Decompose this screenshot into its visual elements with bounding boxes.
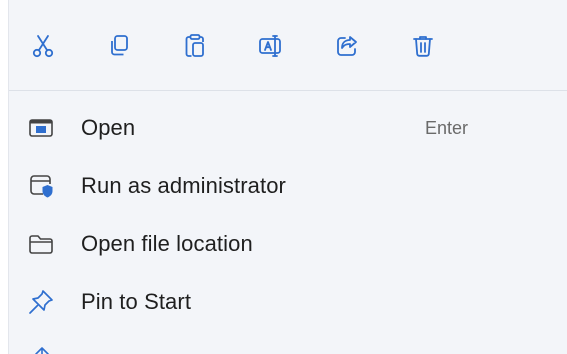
menu-item-run-as-administrator[interactable]: Run as administrator xyxy=(9,158,567,214)
delete-button[interactable] xyxy=(403,28,443,64)
context-menu-toolbar xyxy=(9,0,567,90)
context-menu: Open Enter Run as administrator Open fil… xyxy=(8,0,567,354)
menu-item-open-file-location[interactable]: Open file location xyxy=(9,216,567,272)
menu-item-shortcut: Enter xyxy=(425,117,469,138)
paste-button[interactable] xyxy=(175,28,215,64)
share-button[interactable] xyxy=(327,28,367,64)
share-icon xyxy=(337,36,357,56)
folder-icon xyxy=(27,230,55,258)
menu-item-open[interactable]: Open Enter xyxy=(9,100,567,156)
pin-icon xyxy=(27,288,55,316)
menu-item-pin-to-start[interactable]: Pin to Start xyxy=(9,274,567,330)
cut-button[interactable] xyxy=(23,28,63,64)
copy-icon xyxy=(111,35,128,56)
shield-window-icon xyxy=(27,172,55,200)
menu-item-label: Run as administrator xyxy=(81,173,286,198)
paste-icon xyxy=(185,34,204,57)
open-window-icon xyxy=(27,114,55,142)
delete-icon xyxy=(413,36,433,57)
menu-item-label: Open xyxy=(81,115,136,140)
copy-button[interactable] xyxy=(99,28,139,64)
rename-button[interactable] xyxy=(251,28,291,64)
menu-item-label: Pin to Start xyxy=(81,289,192,314)
partial-item-icon xyxy=(35,347,49,354)
cut-icon xyxy=(32,35,54,58)
toolbar-divider xyxy=(9,90,567,91)
rename-icon xyxy=(259,35,281,57)
menu-item-partial xyxy=(9,340,567,354)
menu-item-label: Open file location xyxy=(81,231,253,256)
